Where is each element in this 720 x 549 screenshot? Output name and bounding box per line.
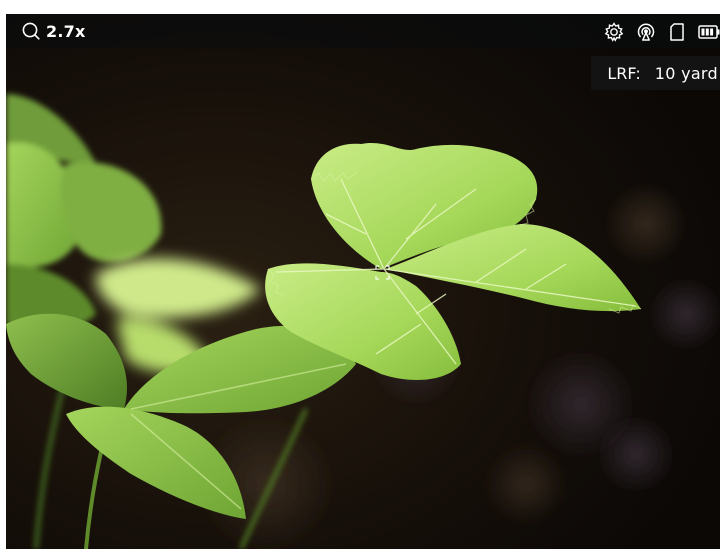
zoom-level: 2.7x [46,21,86,41]
settings-gear-icon[interactable] [604,22,624,42]
zoom-indicator[interactable]: 2.7x [22,21,85,41]
viewfinder-frame: 2.7x LRF: 10 yard [6,14,720,549]
top-status-bar: 2.7x [6,14,720,48]
magnifier-icon [22,22,40,40]
status-icons [604,21,720,43]
battery-icon [698,25,720,39]
sd-card-icon[interactable] [668,22,686,42]
rangefinder-distance: 10 yard [654,63,718,83]
rangefinder-label: LRF: [607,63,641,83]
rangefinder-readout: LRF: 10 yard [591,56,720,90]
viewfinder-scene [6,14,720,549]
hotspot-signal-icon[interactable] [636,22,656,42]
